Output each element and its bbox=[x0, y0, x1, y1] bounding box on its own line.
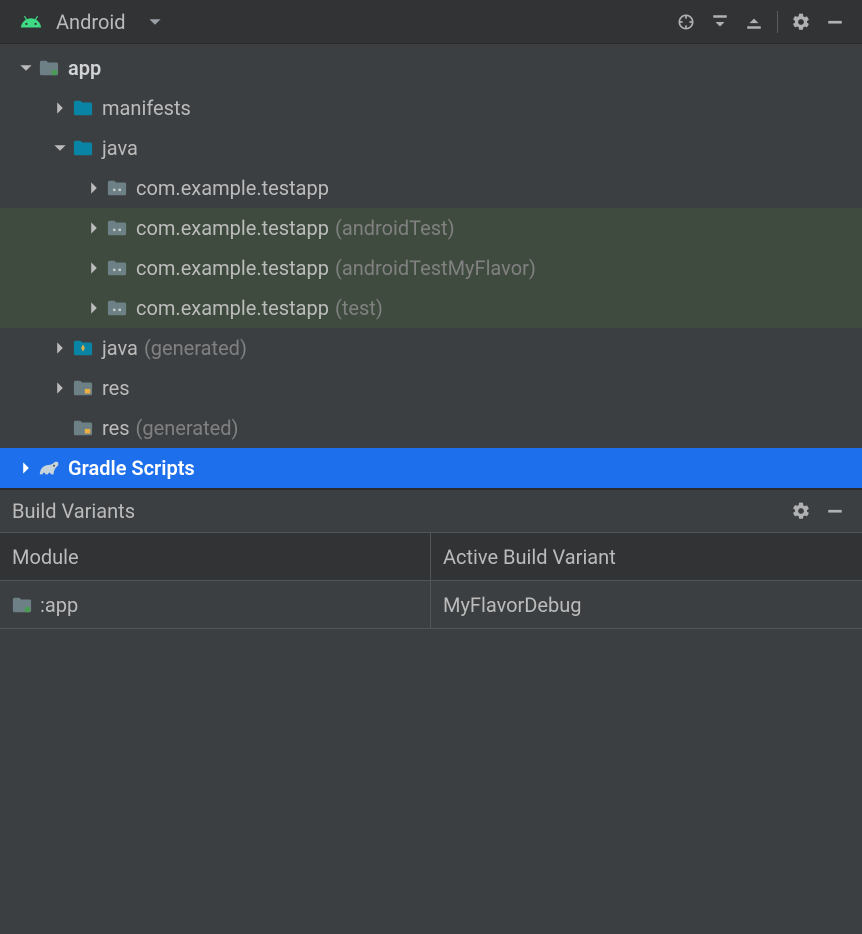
resource-folder-icon bbox=[70, 419, 96, 437]
tree-suffix: (generated) bbox=[144, 336, 247, 360]
tree-node-package[interactable]: com.example.testapp bbox=[0, 168, 862, 208]
tree-label: java bbox=[102, 336, 138, 360]
chevron-right-icon bbox=[84, 301, 104, 315]
chevron-right-icon bbox=[50, 341, 70, 355]
chevron-right-icon bbox=[50, 381, 70, 395]
package-icon bbox=[104, 299, 130, 317]
folder-icon bbox=[70, 99, 96, 117]
tree-node-java-generated[interactable]: java (generated) bbox=[0, 328, 862, 368]
view-dropdown[interactable]: Android bbox=[20, 10, 162, 34]
bv-header-row: Module Active Build Variant bbox=[0, 533, 862, 581]
chevron-down-icon bbox=[16, 61, 36, 75]
module-folder-icon bbox=[36, 59, 62, 77]
tree-node-java[interactable]: java bbox=[0, 128, 862, 168]
bv-cell-module: :app bbox=[0, 581, 431, 629]
gear-icon[interactable] bbox=[784, 5, 818, 39]
gradle-icon bbox=[36, 459, 62, 477]
project-toolbar: Android bbox=[0, 0, 862, 44]
package-icon bbox=[104, 219, 130, 237]
tree-label: res bbox=[102, 416, 130, 440]
project-tree: app manifests java com.example.testapp bbox=[0, 44, 862, 488]
android-icon bbox=[20, 11, 42, 33]
tree-label: app bbox=[68, 56, 101, 80]
tree-node-package-test[interactable]: com.example.testapp (test) bbox=[0, 288, 862, 328]
tree-node-app[interactable]: app bbox=[0, 48, 862, 88]
build-variants-table: Module Active Build Variant :app MyFlavo… bbox=[0, 532, 862, 629]
tree-label: manifests bbox=[102, 96, 191, 120]
tree-node-package-androidtest[interactable]: com.example.testapp (androidTest) bbox=[0, 208, 862, 248]
tree-suffix: (test) bbox=[335, 296, 383, 320]
build-variants-title: Build Variants bbox=[12, 499, 135, 523]
chevron-right-icon bbox=[16, 461, 36, 475]
bv-module-label: :app bbox=[40, 593, 78, 617]
chevron-right-icon bbox=[50, 101, 70, 115]
tree-label: com.example.testapp bbox=[136, 216, 329, 240]
collapse-all-button[interactable] bbox=[737, 5, 771, 39]
tree-label: res bbox=[102, 376, 130, 400]
tree-label: Gradle Scripts bbox=[68, 456, 195, 480]
chevron-down-icon bbox=[50, 141, 70, 155]
tree-suffix: (androidTestMyFlavor) bbox=[335, 256, 536, 280]
bv-row-app: :app MyFlavorDebug bbox=[0, 581, 862, 629]
tree-label: java bbox=[102, 136, 138, 160]
tree-node-package-androidtest-flavor[interactable]: com.example.testapp (androidTestMyFlavor… bbox=[0, 248, 862, 288]
tree-node-res[interactable]: res bbox=[0, 368, 862, 408]
tree-label: com.example.testapp bbox=[136, 256, 329, 280]
bv-cell-variant[interactable]: MyFlavorDebug bbox=[431, 581, 862, 629]
tree-node-gradle-scripts[interactable]: Gradle Scripts bbox=[0, 448, 862, 488]
package-icon bbox=[104, 179, 130, 197]
generated-folder-icon bbox=[70, 339, 96, 357]
package-icon bbox=[104, 259, 130, 277]
select-opened-file-button[interactable] bbox=[669, 5, 703, 39]
bv-col-variant[interactable]: Active Build Variant bbox=[431, 533, 862, 581]
bv-col-module[interactable]: Module bbox=[0, 533, 431, 581]
bv-variant-label: MyFlavorDebug bbox=[443, 593, 582, 617]
tree-node-manifests[interactable]: manifests bbox=[0, 88, 862, 128]
bv-header-label: Module bbox=[12, 545, 79, 569]
module-folder-icon bbox=[12, 596, 32, 614]
view-label: Android bbox=[56, 10, 126, 34]
tree-label: com.example.testapp bbox=[136, 296, 329, 320]
tree-suffix: (generated) bbox=[136, 416, 239, 440]
hide-button[interactable] bbox=[818, 5, 852, 39]
folder-icon bbox=[70, 139, 96, 157]
tree-label: com.example.testapp bbox=[136, 176, 329, 200]
resource-folder-icon bbox=[70, 379, 96, 397]
chevron-right-icon bbox=[84, 181, 104, 195]
chevron-right-icon bbox=[84, 261, 104, 275]
build-variants-header: Build Variants bbox=[0, 488, 862, 532]
bv-header-label: Active Build Variant bbox=[443, 545, 616, 569]
expand-all-button[interactable] bbox=[703, 5, 737, 39]
gear-icon[interactable] bbox=[784, 494, 818, 528]
tree-node-res-generated[interactable]: res (generated) bbox=[0, 408, 862, 448]
chevron-down-icon bbox=[148, 15, 162, 29]
toolbar-divider bbox=[777, 11, 778, 33]
hide-button[interactable] bbox=[818, 494, 852, 528]
tree-suffix: (androidTest) bbox=[335, 216, 455, 240]
chevron-right-icon bbox=[84, 221, 104, 235]
